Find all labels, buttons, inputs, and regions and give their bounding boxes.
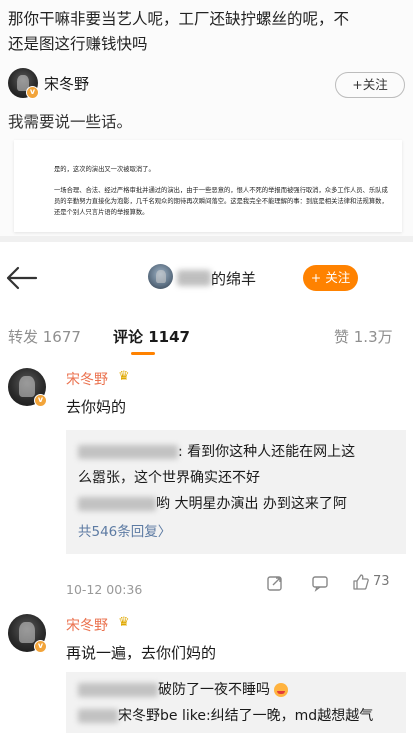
- reply-text: : 看到你这种人还能在网上这: [178, 444, 356, 460]
- caption-line-1: 那你干嘛非要当艺人呢，工厂还缺拧螺丝的呢，不: [8, 10, 350, 28]
- reply-box[interactable]: : 看到你这种人还能在网上这 么嚣张，这个世界确实还不好 哟 大明星办演出 办到…: [66, 430, 406, 554]
- like-icon[interactable]: [352, 573, 370, 591]
- reply-item: 宋冬野be like:纠结了一晚，md越想越气: [78, 703, 394, 729]
- account-name[interactable]: 的绵羊: [211, 268, 256, 289]
- blurred-username: [78, 709, 118, 723]
- follow-button[interactable]: + 关注: [303, 265, 358, 291]
- share-icon[interactable]: [266, 574, 284, 592]
- reply-item: : 看到你这种人还能在网上这: [78, 439, 394, 465]
- statement-paragraph-1: 是的，这次的演出又一次被取消了。: [54, 166, 155, 173]
- comment-text: 去你妈的: [66, 398, 127, 416]
- inner-follow-button[interactable]: +关注: [335, 72, 405, 98]
- meme-caption-panel: 那你干嘛非要当艺人呢，工厂还缺拧螺丝的呢，不 还是图这行赚钱快吗 v 宋冬野 +…: [0, 0, 413, 236]
- chevron-right-icon: 〉: [157, 524, 172, 540]
- reply-text: 宋冬野be like:纠结了一晚，md越想越气: [118, 708, 374, 724]
- reply-text-continued: 么嚣张，这个世界确实还不好: [78, 470, 260, 486]
- active-tab-indicator: [131, 352, 155, 355]
- blurred-username: [78, 683, 158, 697]
- comment-text: 再说一遍，去你们妈的: [66, 644, 217, 662]
- account-avatar[interactable]: [148, 264, 173, 289]
- blurred-username: [78, 445, 178, 459]
- comment-item: v 宋冬野 ♛ 去你妈的 : 看到你这种人还能在网上这 么嚣张，这个世界确实还不…: [0, 368, 413, 598]
- like-count: 73: [373, 574, 390, 589]
- emoji-icon: [274, 683, 289, 697]
- weibo-detail-page: 的绵羊 + 关注 转发 1677 评论 1147 赞 1.3万 v 宋冬野 ♛ …: [0, 236, 413, 733]
- reply-text: 哟 大明星办演出 办到这来了阿: [156, 496, 347, 512]
- crown-icon: ♛: [118, 369, 130, 384]
- reply-text: 破防了一夜不睡吗: [158, 682, 270, 698]
- comment-author[interactable]: 宋冬野: [66, 369, 108, 389]
- caption-line-2: 还是图这行赚钱快吗: [8, 35, 148, 53]
- tab-like[interactable]: 赞 1.3万: [334, 326, 393, 347]
- blurred-username: [78, 497, 156, 511]
- top-navbar: 的绵羊 + 关注: [0, 250, 413, 308]
- statement-image: 是的，这次的演出又一次被取消了。 一场合理、合法、经过严格审批并通过的演出，由于…: [14, 140, 402, 232]
- post-tabs: 转发 1677 评论 1147 赞 1.3万: [0, 322, 413, 356]
- comment-icon[interactable]: [311, 574, 329, 592]
- inner-post-header: v 宋冬野 +关注: [8, 68, 405, 100]
- statement-paragraph-2: 一场合理、合法、经过严格审批并通过的演出，由于一些恶意的，恨人不死的举报而被强行…: [54, 187, 388, 216]
- back-arrow-icon[interactable]: [4, 264, 40, 292]
- reply-item: 哟 大明星办演出 办到这来了阿: [78, 491, 394, 517]
- tab-comment[interactable]: 评论 1147: [113, 326, 190, 347]
- comment-author[interactable]: 宋冬野: [66, 615, 108, 635]
- inner-post-text: 我需要说一些话。: [8, 113, 133, 131]
- comment-time: 10-12 00:36: [66, 582, 143, 597]
- comment-item: v 宋冬野 ♛ 再说一遍，去你们妈的 破防了一夜不睡吗 宋冬野be like:纠…: [0, 614, 413, 733]
- reply-box[interactable]: 破防了一夜不睡吗 宋冬野be like:纠结了一晚，md越想越气: [66, 672, 406, 733]
- verified-badge-icon: v: [34, 640, 47, 653]
- tab-repost[interactable]: 转发 1677: [8, 326, 81, 347]
- inner-post-author[interactable]: 宋冬野: [44, 73, 89, 94]
- meme-caption: 那你干嘛非要当艺人呢，工厂还缺拧螺丝的呢，不 还是图这行赚钱快吗: [8, 7, 406, 57]
- verified-badge-icon: v: [34, 394, 47, 407]
- more-replies-label: 共546条回复: [78, 524, 158, 540]
- crown-icon: ♛: [118, 615, 130, 630]
- blurred-username: [177, 270, 211, 286]
- more-replies-link[interactable]: 共546条回复〉: [78, 519, 394, 545]
- reply-item: 破防了一夜不睡吗: [78, 677, 394, 703]
- verified-badge-icon: v: [26, 86, 39, 99]
